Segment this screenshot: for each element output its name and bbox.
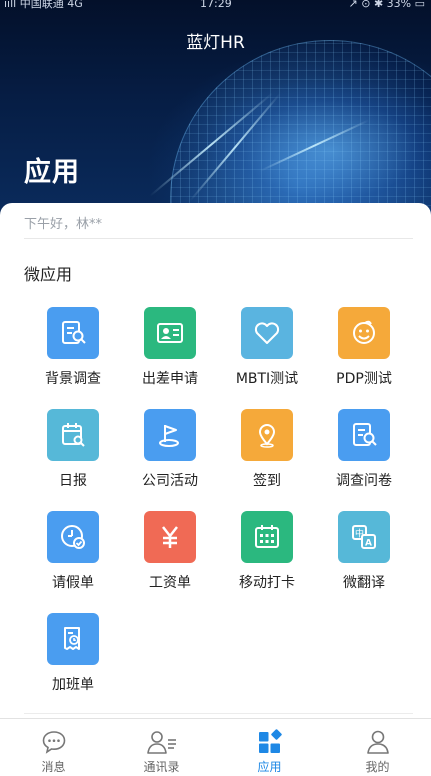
app-label: 微翻译: [343, 575, 385, 591]
divider: [24, 238, 413, 239]
heart-icon: [241, 307, 293, 359]
svg-text:A: A: [365, 539, 372, 549]
app-label: 日报: [59, 473, 87, 489]
id-card-icon: [144, 307, 196, 359]
greeting-text: 下午好，林**: [24, 217, 103, 232]
nav-title: 蓝灯HR: [186, 33, 245, 53]
translate-icon: 中A: [338, 511, 390, 563]
app-daily-report[interactable]: 日报: [23, 409, 123, 490]
status-indicators: ↗ ⊙ ✱ 33% ▭: [348, 0, 425, 10]
apps-grid-icon: [216, 719, 323, 755]
document-search-icon: [47, 307, 99, 359]
app-check-in[interactable]: 签到: [217, 409, 317, 490]
globe-graphic: [170, 40, 431, 215]
app-mbti-test[interactable]: MBTI测试: [217, 307, 317, 388]
app-label: 移动打卡: [239, 575, 295, 591]
app-background-check[interactable]: 背景调查: [23, 307, 123, 388]
app-label: 签到: [253, 473, 281, 489]
yen-icon: [144, 511, 196, 563]
smiley-icon: [338, 307, 390, 359]
contacts-icon: [108, 719, 215, 755]
app-translate[interactable]: 中A 微翻译: [314, 511, 414, 592]
person-icon: [324, 719, 431, 755]
tab-apps[interactable]: 应用: [216, 719, 323, 776]
app-questionnaire[interactable]: 调查问卷: [314, 409, 414, 490]
hero-banner: ııll 中国联通 4G 17:29 ↗ ⊙ ✱ 33% ▭ 蓝灯HR 应用: [0, 0, 431, 215]
app-leave-request[interactable]: 请假单: [23, 511, 123, 592]
tab-messages[interactable]: 消息: [0, 719, 107, 776]
app-payslip[interactable]: 工资单: [120, 511, 220, 592]
tab-bar: 消息 通讯录 应用 我的: [0, 718, 431, 776]
status-time: 17:29: [200, 0, 232, 10]
app-label: 请假单: [52, 575, 94, 591]
app-label: 公司活动: [142, 473, 198, 489]
divider: [24, 713, 413, 714]
app-label: 加班单: [52, 677, 94, 693]
tab-label: 我的: [365, 760, 390, 774]
tab-contacts[interactable]: 通讯录: [108, 719, 215, 776]
app-label: 出差申请: [142, 371, 198, 387]
app-label: MBTI测试: [235, 371, 299, 387]
carrier-signal: ııll 中国联通 4G: [4, 0, 83, 10]
app-pdp-test[interactable]: PDP测试: [314, 307, 414, 388]
app-mobile-clock-in[interactable]: 移动打卡: [217, 511, 317, 592]
app-label: PDP测试: [336, 371, 392, 387]
receipt-clock-icon: [47, 613, 99, 665]
app-company-events[interactable]: 公司活动: [120, 409, 220, 490]
tab-label: 通讯录: [143, 760, 180, 774]
app-label: 背景调查: [45, 371, 101, 387]
page-title: 应用: [24, 157, 80, 188]
clock-check-icon: [47, 511, 99, 563]
chat-bubble-icon: [0, 719, 107, 755]
location-pin-icon: [241, 409, 293, 461]
app-label: 调查问卷: [336, 473, 392, 489]
calendar-search-icon: [47, 409, 99, 461]
tab-profile[interactable]: 我的: [324, 719, 431, 776]
status-bar: ııll 中国联通 4G 17:29 ↗ ⊙ ✱ 33% ▭: [0, 0, 431, 12]
calendar-grid-icon: [241, 511, 293, 563]
tab-label: 应用: [257, 760, 282, 774]
apps-card: 下午好，林** 微应用 背景调查 出差申请 MBTI测试 PDP测试 日报 公司…: [0, 203, 431, 723]
tab-label: 消息: [41, 760, 66, 774]
app-overtime[interactable]: 加班单: [23, 613, 123, 694]
app-label: 工资单: [149, 575, 191, 591]
app-business-trip[interactable]: 出差申请: [120, 307, 220, 388]
document-search-icon: [338, 409, 390, 461]
flag-icon: [144, 409, 196, 461]
section-title: 微应用: [24, 265, 73, 284]
